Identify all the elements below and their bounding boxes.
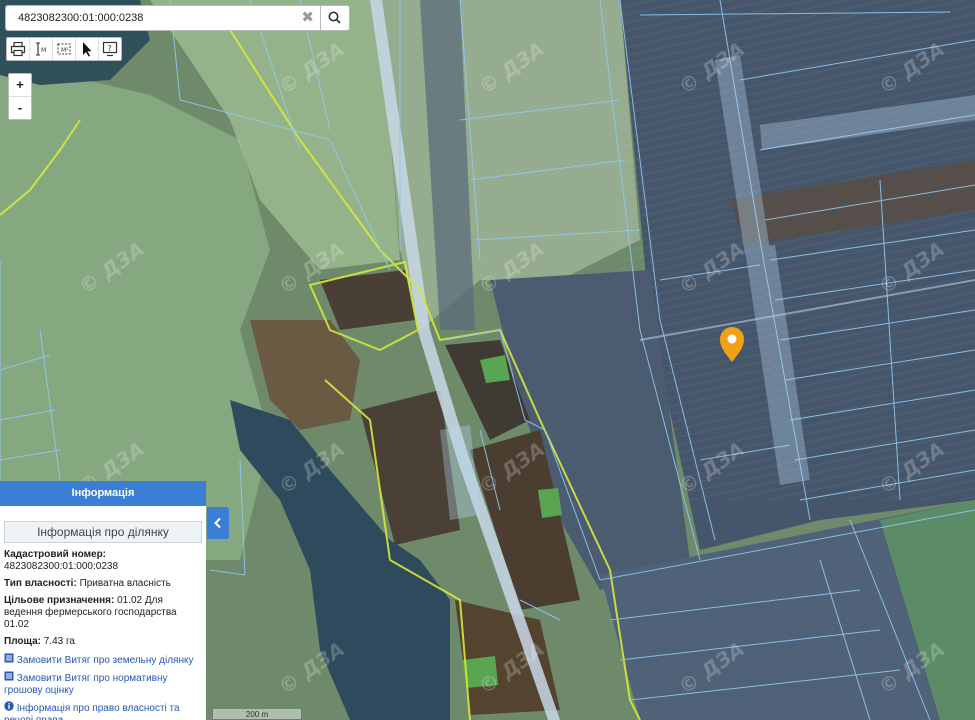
print-icon	[10, 41, 26, 57]
clear-search-icon[interactable]: ✖	[301, 8, 314, 28]
ownership-row: Тип власності: Приватна власність	[4, 578, 202, 590]
measure-area-button[interactable]: M²	[53, 38, 76, 60]
svg-text:M²: M²	[61, 47, 69, 54]
purpose-row: Цільове призначення: 01.02 Для ведення ф…	[4, 595, 202, 631]
info-panel-header: Інформація	[0, 481, 206, 506]
search-button[interactable]	[321, 5, 350, 31]
pointer-arrow-icon	[83, 42, 92, 57]
chevron-left-icon	[214, 517, 221, 529]
document-list-icon	[4, 653, 14, 663]
zoom-in-button[interactable]: +	[9, 74, 31, 97]
area-row: Площа: 7.43 га	[4, 636, 202, 648]
order-valuation-link[interactable]: Замовити Витяг про нормативну грошову оц…	[4, 671, 202, 697]
order-extract-link[interactable]: Замовити Витяг про земельну ділянку	[4, 653, 202, 667]
area-label: Площа:	[4, 636, 41, 647]
search-icon	[328, 11, 341, 24]
area-measure-icon: M²	[57, 43, 71, 55]
ownership-label: Тип власності:	[4, 578, 77, 589]
ownership-rights-label: Інформація про право власності та речові…	[4, 703, 180, 720]
cadastral-number-row: Кадастровий номер: 4823082300:01:000:023…	[4, 549, 202, 573]
help-button[interactable]: ?	[99, 38, 121, 60]
collapse-panel-button[interactable]	[207, 507, 229, 539]
print-button[interactable]	[7, 38, 30, 60]
document-list-icon	[4, 671, 14, 681]
scale-bar: 200 m	[212, 709, 302, 720]
ownership-value: Приватна власність	[79, 578, 171, 589]
zoom-control: + -	[8, 73, 32, 120]
search-box: ✖	[5, 5, 321, 31]
cadastral-number-label: Кадастровий номер:	[4, 549, 107, 560]
purpose-label: Цільове призначення:	[4, 595, 115, 606]
info-panel-subtitle: Інформація про ділянку	[4, 521, 202, 543]
search-input[interactable]	[6, 6, 308, 30]
info-circle-icon	[4, 701, 14, 711]
info-panel: Інформація Інформація про ділянку Кадаст…	[0, 481, 206, 720]
zoom-out-button[interactable]: -	[9, 97, 31, 119]
parcel-details: Кадастровий номер: 4823082300:01:000:023…	[0, 543, 206, 720]
help-screen-icon: ?	[102, 41, 118, 57]
cadastral-number-value: 4823082300:01:000:0238	[4, 561, 119, 572]
order-valuation-label: Замовити Витяг про нормативну грошову оц…	[4, 673, 168, 696]
area-value: 7.43 га	[43, 636, 75, 647]
svg-text:?: ?	[108, 44, 112, 53]
measure-length-button[interactable]: M	[30, 38, 53, 60]
order-extract-label: Замовити Витяг про земельну ділянку	[16, 655, 194, 666]
ruler-vertical-icon: M	[36, 42, 46, 56]
svg-text:M: M	[41, 47, 46, 54]
ownership-rights-link[interactable]: Інформація про право власності та речові…	[4, 701, 202, 720]
map-toolbar: M M² ?	[6, 37, 122, 61]
select-pointer-button[interactable]	[76, 38, 99, 60]
